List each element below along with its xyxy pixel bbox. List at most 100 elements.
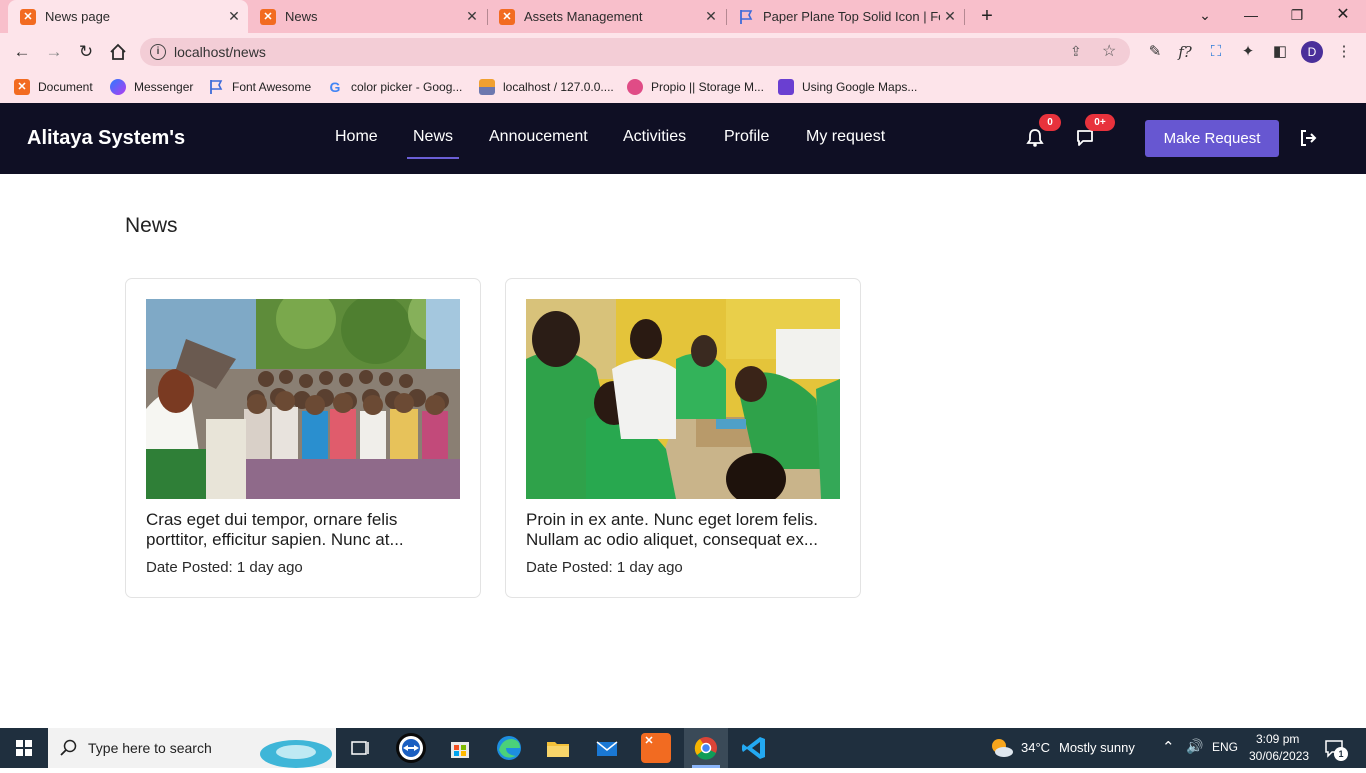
notification-center-badge: 1: [1334, 747, 1348, 761]
bookmark-document[interactable]: Document: [14, 77, 93, 97]
volume-icon[interactable]: 🔊: [1186, 738, 1203, 755]
bookmark-color-picker[interactable]: G color picker - Goog...: [327, 77, 463, 97]
xampp-taskbar-icon[interactable]: [641, 733, 671, 763]
clock-date[interactable]: 30/06/2023: [1249, 749, 1309, 763]
font-awesome-flag-icon: [208, 79, 224, 95]
file-explorer-icon[interactable]: [543, 733, 573, 763]
news-image[interactable]: [146, 299, 460, 499]
bookmark-icon: [778, 79, 794, 95]
reload-icon[interactable]: ↻: [75, 41, 97, 63]
tab-title: Paper Plane Top Solid Icon | Font: [763, 9, 940, 24]
extensions-puzzle-icon[interactable]: ✦: [1237, 41, 1259, 63]
message-icon[interactable]: [1075, 128, 1095, 148]
weather-condition[interactable]: Mostly sunny: [1059, 740, 1135, 755]
nav-activities[interactable]: Activities: [623, 128, 686, 146]
font-finder-icon[interactable]: f?: [1174, 41, 1196, 63]
profile-avatar[interactable]: D: [1301, 41, 1323, 63]
news-image[interactable]: [526, 299, 840, 499]
bookmarks-bar: Document Messenger Font Awesome G color …: [0, 71, 1366, 103]
app-navbar: Alitaya System's Home News Annoucement A…: [0, 103, 1366, 174]
clock-time[interactable]: 3:09 pm: [1256, 732, 1299, 746]
address-bar[interactable]: i localhost/news ⇪ ☆: [140, 38, 1130, 66]
bookmark-font-awesome[interactable]: Font Awesome: [208, 77, 311, 97]
bookmark-star-icon[interactable]: ☆: [1102, 41, 1116, 61]
bookmark-label: Font Awesome: [232, 80, 312, 94]
logout-icon[interactable]: [1299, 129, 1317, 147]
bookmark-messenger[interactable]: Messenger: [110, 77, 193, 97]
browser-toolbar: ← → ↻ i localhost/news ⇪ ☆ ✎ f? ⛶ ✦ ◧ D …: [0, 33, 1366, 71]
xampp-icon: [14, 79, 30, 95]
microsoft-store-icon[interactable]: [445, 733, 475, 763]
nav-annoucement[interactable]: Annoucement: [489, 128, 588, 146]
share-icon[interactable]: ⇪: [1070, 43, 1082, 60]
bookmark-label: Document: [38, 80, 93, 94]
font-awesome-flag-icon: [738, 9, 754, 25]
tab-news-page[interactable]: News page ✕: [8, 0, 248, 33]
tab-paper-plane-icon[interactable]: Paper Plane Top Solid Icon | Font ✕: [726, 0, 964, 33]
tab-title: News: [285, 9, 318, 24]
mail-icon[interactable]: [592, 733, 622, 763]
make-request-button[interactable]: Make Request: [1145, 120, 1279, 157]
screenshot-icon[interactable]: ⛶: [1205, 41, 1227, 63]
bookmark-label: Propio || Storage M...: [651, 80, 764, 94]
brand-logo[interactable]: Alitaya System's: [27, 127, 185, 150]
tab-search-chevron-icon[interactable]: ⌄: [1182, 0, 1228, 30]
news-title[interactable]: Proin in ex ante. Nunc eget lorem felis.…: [526, 510, 842, 550]
news-card[interactable]: Cras eget dui tempor, ornare felis portt…: [125, 278, 481, 598]
news-card[interactable]: Proin in ex ante. Nunc eget lorem felis.…: [505, 278, 861, 598]
bell-icon[interactable]: [1026, 128, 1044, 148]
browser-menu-icon[interactable]: ⋮: [1333, 41, 1355, 63]
news-title[interactable]: Cras eget dui tempor, ornare felis portt…: [146, 510, 462, 550]
xampp-icon: [260, 8, 276, 25]
news-date: Date Posted: 1 day ago: [526, 559, 683, 576]
tab-news[interactable]: News ✕: [248, 0, 486, 33]
minimize-button[interactable]: —: [1228, 0, 1274, 30]
tab-close-icon[interactable]: ✕: [224, 8, 244, 25]
bookmark-label: Messenger: [134, 80, 194, 94]
bookmark-label: Using Google Maps...: [802, 80, 918, 94]
browser-tab-strip: News page ✕ News ✕ Assets Management ✕ P…: [0, 0, 1366, 33]
windows-taskbar: Type here to search 34°C Mostly sunny ⌃ …: [0, 728, 1366, 768]
close-window-button[interactable]: ✕: [1320, 0, 1366, 30]
phpmyadmin-icon: [479, 79, 495, 95]
url-text[interactable]: localhost/news: [174, 44, 266, 60]
weather-icon[interactable]: [990, 737, 1014, 759]
taskbar-search-input[interactable]: Type here to search: [48, 728, 336, 768]
news-date: Date Posted: 1 day ago: [146, 559, 303, 576]
site-info-icon[interactable]: i: [150, 44, 166, 60]
nav-news[interactable]: News: [406, 128, 460, 159]
google-icon: G: [329, 79, 341, 95]
bookmark-label: localhost / 127.0.0....: [503, 80, 614, 94]
page-title: News: [125, 214, 178, 237]
forward-arrow-icon[interactable]: →: [43, 41, 65, 63]
nav-profile[interactable]: Profile: [724, 128, 769, 146]
language-indicator[interactable]: ENG: [1212, 740, 1238, 754]
task-view-icon[interactable]: [345, 733, 375, 763]
teamviewer-icon[interactable]: [396, 733, 426, 763]
restore-button[interactable]: ❐: [1274, 0, 1320, 30]
side-panel-icon[interactable]: ◧: [1269, 41, 1291, 63]
back-arrow-icon[interactable]: ←: [11, 41, 33, 63]
new-tab-button[interactable]: +: [976, 4, 998, 28]
bookmark-propio[interactable]: Propio || Storage M...: [627, 77, 764, 97]
weather-temp[interactable]: 34°C: [1021, 740, 1050, 755]
tab-close-icon[interactable]: ✕: [462, 8, 482, 25]
chevron-up-icon[interactable]: ⌃: [1162, 738, 1175, 756]
tab-assets-management[interactable]: Assets Management ✕: [487, 0, 725, 33]
vscode-icon[interactable]: [739, 733, 769, 763]
tab-close-icon[interactable]: ✕: [940, 8, 960, 25]
bookmark-google-maps[interactable]: Using Google Maps...: [778, 77, 917, 97]
xampp-icon: [20, 8, 36, 25]
xampp-icon: [499, 8, 515, 25]
search-icon: [60, 739, 77, 756]
nav-home[interactable]: Home: [335, 128, 378, 146]
extension-pen-icon[interactable]: ✎: [1144, 41, 1166, 63]
windows-start-icon[interactable]: [0, 728, 48, 768]
bookmark-phpmyadmin[interactable]: localhost / 127.0.0....: [479, 77, 614, 97]
edge-browser-icon[interactable]: [494, 733, 524, 763]
nav-my-request[interactable]: My request: [806, 128, 885, 146]
tab-close-icon[interactable]: ✕: [701, 8, 721, 25]
chrome-taskbar-icon[interactable]: [684, 728, 728, 768]
search-placeholder: Type here to search: [88, 740, 212, 756]
home-icon[interactable]: [107, 41, 129, 63]
